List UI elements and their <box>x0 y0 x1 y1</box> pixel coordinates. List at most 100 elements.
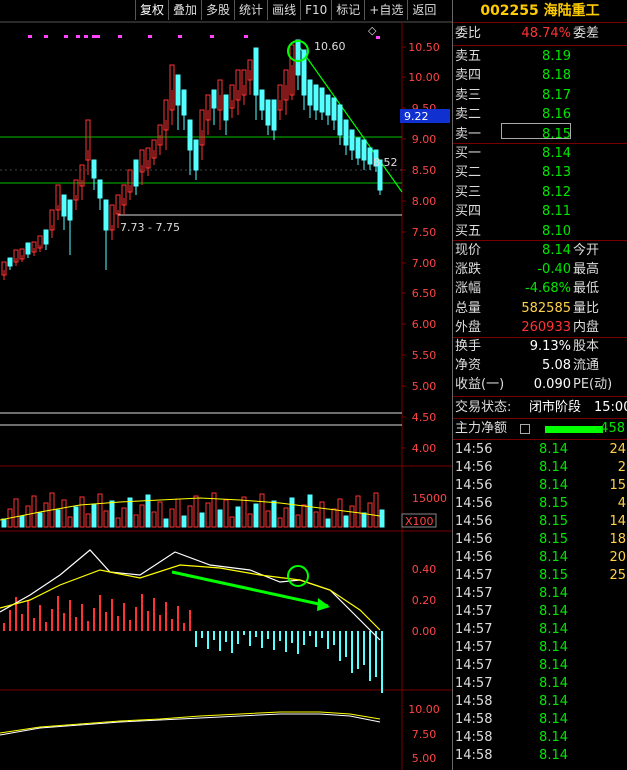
tick-row: 14:57 8.14 <box>453 675 627 693</box>
volume-bar <box>301 504 307 528</box>
bids-label: 买四 <box>455 204 482 220</box>
candle-body <box>181 89 187 116</box>
candle-body <box>7 257 13 267</box>
volume-bar <box>217 509 223 528</box>
volume-bar <box>127 497 133 528</box>
toolbar-button[interactable]: 多股 <box>201 0 234 20</box>
separator <box>453 418 627 419</box>
asks-price: 8.18 <box>542 68 571 84</box>
volume-bar <box>235 506 241 528</box>
volume-bar <box>67 516 73 528</box>
price-axis-label: 8.00 <box>412 195 437 208</box>
toolbar-button[interactable]: 返回 <box>407 0 440 20</box>
stock-code: 002255 <box>480 3 539 19</box>
candle-body <box>325 94 331 116</box>
candle-body <box>319 87 325 113</box>
current-price-tag-text: 9.22 <box>404 110 429 123</box>
fund-label: 收益(一) <box>455 377 505 393</box>
candle-body <box>253 47 259 96</box>
asks-row[interactable]: 卖二 8.16 <box>453 106 627 124</box>
kline-chart-svg: 10.5010.009.509.008.508.007.507.006.506.… <box>0 21 452 770</box>
bids-row[interactable]: 买三 8.12 <box>453 184 627 202</box>
volume-unit-label: X100 <box>405 515 434 528</box>
marker <box>76 35 80 38</box>
menu-icon[interactable] <box>520 424 530 434</box>
tick-vol: 20 <box>609 550 626 565</box>
quote-value: 582585 <box>521 300 571 316</box>
tick-time: 14:58 <box>455 748 493 763</box>
candle-body <box>343 119 349 146</box>
volume-bar <box>121 507 127 528</box>
asks-price: 8.19 <box>542 49 571 64</box>
trade-status-value: 闭市阶段 <box>529 400 582 415</box>
lower-axis-label: 7.50 <box>412 728 437 741</box>
tick-time: 14:57 <box>455 586 493 601</box>
candle-body <box>91 159 97 179</box>
quote-value: 8.14 <box>542 243 571 258</box>
toolbar-button[interactable]: 画线 <box>267 0 300 20</box>
volume-bar <box>97 493 103 528</box>
marker <box>178 35 182 38</box>
bids-row[interactable]: 买五 8.10 <box>453 223 627 241</box>
volume-bar <box>259 493 265 528</box>
main-force-label: 主力净额 <box>455 421 508 436</box>
asks-row[interactable]: 卖三 8.17 <box>453 87 627 105</box>
toolbar-button[interactable]: 复权 <box>135 0 168 20</box>
right-price-label: 8.52 <box>373 156 398 169</box>
separator <box>453 45 627 46</box>
volume-bar <box>79 496 85 528</box>
separator <box>453 396 627 397</box>
toolbar-button[interactable]: 叠加 <box>168 0 201 20</box>
volume-bar <box>55 509 61 528</box>
volume-bar <box>85 513 91 528</box>
volume-bar <box>313 511 319 528</box>
main-force-row[interactable]: 主力净额 -458 <box>453 420 627 438</box>
tick-price: 8.14 <box>539 622 568 637</box>
stock-title[interactable]: 002255 海陆重工 <box>453 0 627 22</box>
price-axis-label: 6.00 <box>412 318 437 331</box>
volume-bar <box>241 496 247 528</box>
fund-right-label: PE(动) <box>573 377 613 393</box>
separator <box>453 439 627 440</box>
bids-row[interactable]: 买二 8.13 <box>453 164 627 182</box>
volume-bar <box>247 513 253 528</box>
candle-body <box>193 139 199 171</box>
candle-body <box>367 147 373 165</box>
volume-bar <box>253 503 259 528</box>
quote-right-label: 最高 <box>573 262 600 278</box>
toolbar-button[interactable]: 标记 <box>331 0 364 20</box>
fund-label: 换手 <box>455 339 482 354</box>
bids-row[interactable]: 买四 8.11 <box>453 203 627 221</box>
tick-time: 14:57 <box>455 622 493 637</box>
marker <box>64 35 68 38</box>
asks-label: 卖四 <box>455 68 482 84</box>
price-axis-label: 4.50 <box>412 411 437 424</box>
toolbar-button[interactable]: 统计 <box>234 0 267 20</box>
bids-price: 8.10 <box>542 223 571 239</box>
quote-row: 外盘 260933 内盘 <box>453 319 627 337</box>
tick-price: 8.14 <box>539 460 568 475</box>
price-axis-label: 10.00 <box>408 71 440 84</box>
asks-row[interactable]: 卖五 8.19 <box>453 48 627 66</box>
toolbar-button[interactable]: +自选 <box>364 0 407 20</box>
quote-row: 涨跌 -0.40 最高 <box>453 261 627 279</box>
kline-chart-area[interactable]: 10.50 10.00 9.50 9.00 8.50 8.00 7.50 7.00 6.50 6.… <box>0 0 452 770</box>
price-axis-label: 8.50 <box>412 164 437 177</box>
volume-bar <box>115 517 121 528</box>
main-force-value: -458 <box>595 421 625 436</box>
volume-bar <box>73 506 79 528</box>
marker <box>376 36 380 39</box>
volume-bar <box>319 501 325 528</box>
asks-row[interactable]: 卖四 8.18 <box>453 67 627 85</box>
price-axis-label: 9.00 <box>412 133 437 146</box>
tick-price: 8.14 <box>539 730 568 745</box>
toolbar-button[interactable]: F10 <box>300 0 331 20</box>
volume-bar <box>337 498 343 528</box>
tick-row: 14:56 8.15 18 <box>453 531 627 549</box>
volume-bar <box>331 508 337 528</box>
volume-bar <box>277 517 283 528</box>
volume-axis-label: 15000 <box>412 492 447 505</box>
bids-row[interactable]: 买一 8.14 <box>453 145 627 163</box>
order-ratio-label: 委比 <box>455 26 482 41</box>
tick-price: 8.14 <box>539 640 568 655</box>
